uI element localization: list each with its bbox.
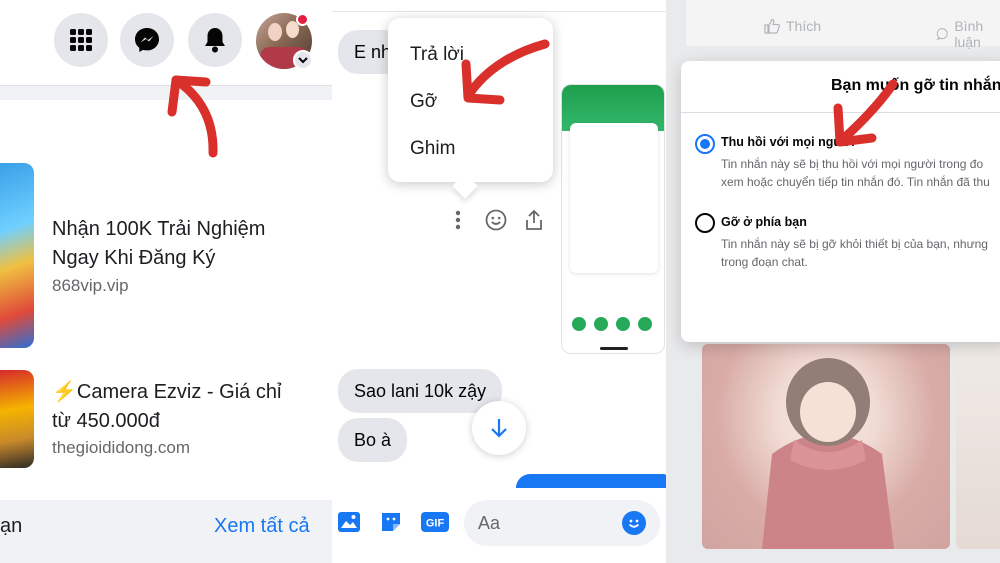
messenger-icon xyxy=(135,28,159,52)
top-nav-bar xyxy=(0,0,332,86)
post-photo[interactable] xyxy=(956,344,1000,549)
post-photo[interactable] xyxy=(702,344,950,549)
facebook-feed-panel: Nhận 100K Trải Nghiệm Ngay Khi Đăng Ký 8… xyxy=(0,0,332,563)
message-input[interactable]: Aa xyxy=(464,500,660,546)
arrow-down-icon xyxy=(491,419,507,438)
scroll-to-bottom-button[interactable] xyxy=(472,401,526,455)
like-label: Thích xyxy=(786,18,822,34)
notifications-button[interactable] xyxy=(188,13,242,67)
react-button[interactable] xyxy=(484,206,508,234)
emoji-icon xyxy=(628,519,640,528)
section-heading: ạn xyxy=(0,515,23,537)
account-menu-button[interactable] xyxy=(293,50,313,70)
gif-button[interactable]: GIF xyxy=(420,509,450,535)
sticker-icon xyxy=(382,513,400,531)
messenger-chat-panel: E nh Trả lời Gỡ Ghim Sao lani 10k zậy Bo… xyxy=(332,0,666,563)
radio-unsend-everyone[interactable] xyxy=(695,134,715,154)
menu-item-reply[interactable]: Trả lời xyxy=(410,44,464,66)
unsend-dialog-panel: Thích Bình luận Bạn muốn gỡ tin nhắn Thu… xyxy=(666,0,1000,563)
divider xyxy=(681,112,1000,113)
message-context-menu: Trả lời Gỡ Ghim xyxy=(388,18,553,182)
ad-thumbnail[interactable] xyxy=(0,370,34,468)
image-icon xyxy=(338,512,360,532)
emoji-button[interactable] xyxy=(622,511,646,535)
ad-title[interactable]: Nhận 100K Trải Nghiệm Ngay Khi Đăng Ký xyxy=(52,215,322,273)
ad-domain: thegioididong.com xyxy=(52,438,190,457)
image-attachment[interactable] xyxy=(561,84,665,354)
comment-button[interactable]: Bình luận xyxy=(936,18,1000,50)
gif-label: GIF xyxy=(426,518,445,530)
more-vertical-icon xyxy=(455,210,461,230)
dialog-title: Bạn muốn gỡ tin nhắn xyxy=(831,77,1000,94)
bell-icon xyxy=(205,28,225,53)
radio-remove-for-you[interactable] xyxy=(695,213,715,233)
message-bubble[interactable]: Sao lani 10k zậy xyxy=(338,369,503,413)
share-icon xyxy=(526,209,542,230)
see-all-link[interactable]: Xem tất cả xyxy=(214,515,310,538)
photo-button[interactable] xyxy=(336,509,362,535)
chevron-down-icon xyxy=(298,57,308,64)
messenger-button[interactable] xyxy=(120,13,174,67)
forward-button[interactable] xyxy=(522,206,546,234)
smiley-icon xyxy=(485,209,507,231)
comment-label: Bình luận xyxy=(954,18,984,50)
post-actions-bar: Thích Bình luận xyxy=(686,0,1000,50)
option-description: Tin nhắn này sẽ bị gỡ khỏi thiết bị của … xyxy=(721,237,988,269)
gif-icon: GIF xyxy=(421,512,449,532)
message-bubble[interactable]: Bo à xyxy=(338,418,408,462)
own-message-bubble[interactable] xyxy=(516,474,666,488)
option-label[interactable]: Gỡ ở phía bạn xyxy=(721,215,807,229)
message-input-placeholder: Aa xyxy=(478,513,501,533)
menu-item-pin[interactable]: Ghim xyxy=(410,138,455,160)
like-button[interactable]: Thích xyxy=(764,18,821,34)
sticker-button[interactable] xyxy=(378,509,404,535)
ad-thumbnail[interactable] xyxy=(0,163,34,348)
more-options-button[interactable] xyxy=(446,206,470,234)
ad-domain: 868vip.vip xyxy=(52,276,129,295)
screenshot-collage: Nhận 100K Trải Nghiệm Ngay Khi Đăng Ký 8… xyxy=(0,0,1000,563)
notification-dot xyxy=(296,13,309,26)
option-description: Tin nhắn này sẽ bị thu hồi với mọi người… xyxy=(721,157,990,189)
like-icon xyxy=(764,18,780,34)
grid-menu-icon xyxy=(70,29,92,51)
comment-icon xyxy=(936,28,948,41)
ad-title[interactable]: ⚡Camera Ezviz - Giá chỉ từ 450.000đ xyxy=(52,378,322,436)
chat-top-edge xyxy=(332,0,666,12)
menu-button[interactable] xyxy=(54,13,108,67)
unsend-dialog: Bạn muốn gỡ tin nhắn Thu hồi với mọi ngư… xyxy=(681,61,1000,342)
menu-item-unsend[interactable]: Gỡ xyxy=(410,91,437,113)
option-label[interactable]: Thu hồi với mọi người xyxy=(721,135,855,149)
